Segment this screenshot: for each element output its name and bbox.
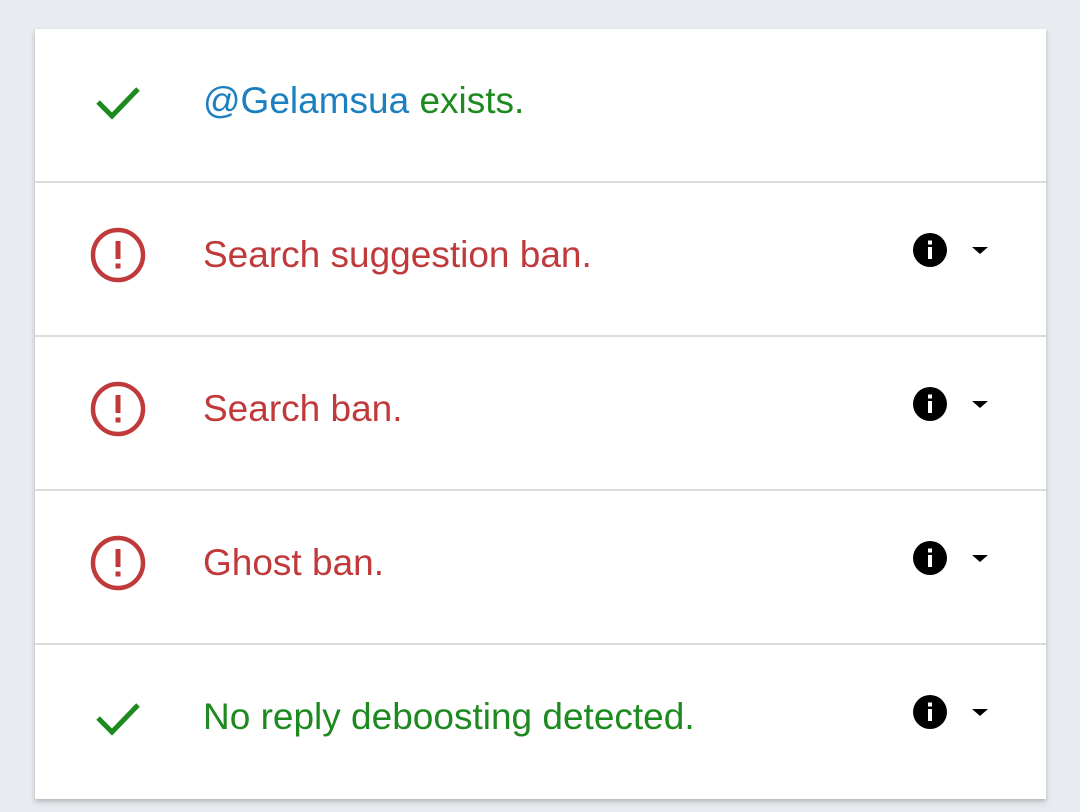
account-handle: @Gelamsua <box>203 80 410 121</box>
info-icon[interactable] <box>913 387 947 421</box>
caret-down-icon[interactable] <box>971 398 989 410</box>
result-text-search-ban: Search ban. <box>203 388 403 429</box>
result-text-ghost-ban: Ghost ban. <box>203 542 385 583</box>
row-actions <box>913 233 993 269</box>
result-row-search-ban: Search ban. <box>35 335 1046 487</box>
info-icon[interactable] <box>913 541 947 575</box>
exists-label: exists. <box>419 80 525 121</box>
row-actions <box>913 541 993 577</box>
results-card: @Gelamsua exists. Search suggestion ban. <box>35 29 1046 799</box>
result-row-search-suggestion-ban: Search suggestion ban. <box>35 181 1046 333</box>
result-text-reply-deboosting: No reply deboosting detected. <box>203 696 695 737</box>
alert-circle-icon <box>88 379 148 439</box>
info-icon[interactable] <box>913 233 947 267</box>
result-row-ghost-ban: Ghost ban. <box>35 489 1046 641</box>
caret-down-icon[interactable] <box>971 552 989 564</box>
info-icon[interactable] <box>913 695 947 729</box>
alert-circle-icon <box>88 533 148 593</box>
row-actions <box>913 695 993 731</box>
check-icon <box>88 71 148 131</box>
row-actions <box>913 387 993 423</box>
caret-down-icon[interactable] <box>971 706 989 718</box>
result-row-exists: @Gelamsua exists. <box>35 29 1046 181</box>
caret-down-icon[interactable] <box>971 244 989 256</box>
alert-circle-icon <box>88 225 148 285</box>
result-row-reply-deboosting: No reply deboosting detected. <box>35 643 1046 795</box>
result-text-search-suggestion-ban: Search suggestion ban. <box>203 234 592 275</box>
check-icon <box>88 687 148 747</box>
result-text-exists: @Gelamsua exists. <box>203 75 524 127</box>
